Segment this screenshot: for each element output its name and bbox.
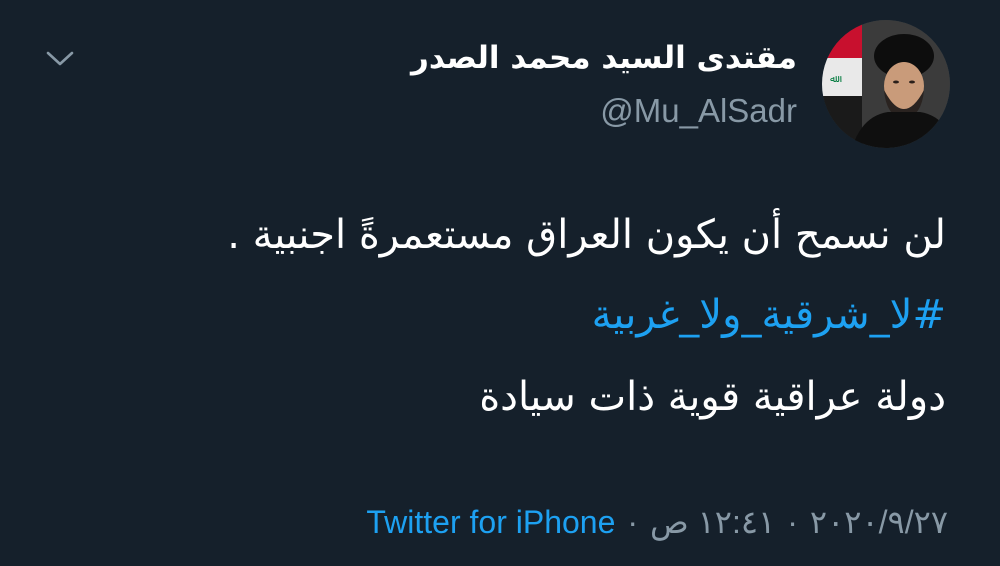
chevron-down-icon	[45, 50, 75, 72]
tweet-source-link[interactable]: Twitter for iPhone	[366, 504, 615, 541]
tweet-date[interactable]: ٢٠٢٠/٩/٢٧	[810, 503, 948, 541]
tweet-text-line: لن نسمح أن يكون العراق مستعمرةً اجنبية .	[227, 212, 946, 258]
tweet-menu-button[interactable]	[40, 46, 80, 76]
hashtag-link[interactable]: #لا_شرقية_ولا_غربية	[592, 292, 946, 338]
tweet-meta: Twitter for iPhone · ١٢:٤١ ص · ٢٠٢٠/٩/٢٧	[366, 503, 948, 541]
tweet-text-line: دولة عراقية قوية ذات سيادة	[479, 374, 946, 420]
user-handle[interactable]: @Mu_AlSadr	[600, 92, 797, 130]
avatar[interactable]: ﷲ	[822, 20, 950, 148]
display-name[interactable]: مقتدى السيد محمد الصدر	[411, 40, 797, 76]
tweet-card: ﷲ مقتدى السيد محمد الصدر @Mu_AlSadr لن ن…	[0, 0, 1000, 566]
tweet-time[interactable]: ١٢:٤١ ص	[650, 503, 775, 541]
meta-separator: ·	[787, 503, 798, 540]
meta-separator: ·	[627, 503, 639, 540]
